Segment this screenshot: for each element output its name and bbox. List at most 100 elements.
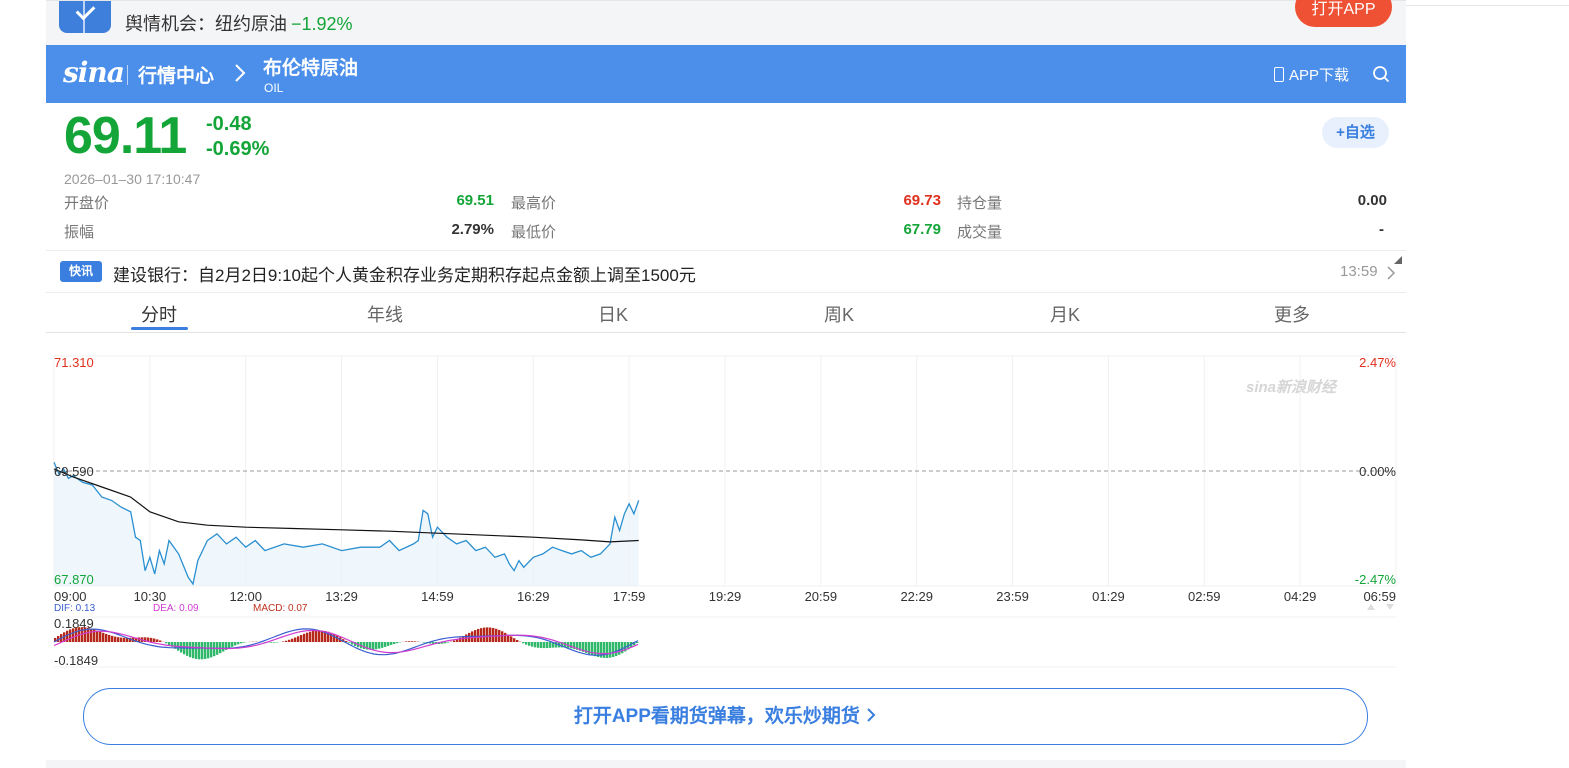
- open-app-cta-button[interactable]: 打开APP看期货弹幕，欢乐炒期货: [83, 688, 1368, 745]
- y-axis-label-right: -2.47%: [1355, 572, 1397, 587]
- macd-bar: [411, 641, 414, 642]
- bottom-strip: [46, 760, 1406, 768]
- macd-bar: [348, 642, 351, 643]
- macd-bar: [612, 642, 615, 658]
- macd-bar: [192, 642, 195, 659]
- macd-bar: [384, 642, 387, 647]
- y-axis-label-left: 71.310: [54, 355, 94, 370]
- x-tick-label: 02:59: [1188, 589, 1221, 604]
- quote-stats: 开盘价 69.51 最高价 69.73 持仓量 0.00 振幅 2.79% 最低…: [64, 192, 1402, 264]
- macd-bar: [513, 638, 516, 642]
- tab-weekly-k[interactable]: 周K: [779, 301, 899, 327]
- macd-bar: [270, 642, 273, 643]
- news-headline[interactable]: 建设银行：自2月2日9:10起个人黄金积存业务定期积存起点金额上调至1500元: [113, 261, 696, 286]
- macd-bar: [540, 642, 543, 649]
- banner-text[interactable]: 舆情机会：纽约原油 −1.92%: [125, 10, 353, 36]
- chevron-right-icon: [235, 64, 246, 82]
- macd-bar: [75, 627, 78, 642]
- add-favorite-button[interactable]: +自选: [1322, 117, 1389, 148]
- macd-bar: [243, 642, 246, 643]
- macd-bar: [195, 642, 198, 659]
- macd-bar: [363, 642, 366, 650]
- open-app-button[interactable]: 打开APP: [1295, 0, 1392, 27]
- stat-label: 振幅: [64, 224, 95, 241]
- banner-title: 舆情机会：纽约原油: [125, 14, 287, 34]
- macd-bar: [231, 642, 234, 647]
- macd-bar: [489, 627, 492, 642]
- macd-bar: [306, 632, 309, 642]
- macd-bar: [318, 630, 321, 642]
- tab-year[interactable]: 年线: [325, 301, 445, 327]
- x-tick-label: 12:00: [229, 589, 262, 604]
- tab-monthly-k[interactable]: 月K: [1005, 301, 1125, 327]
- macd-bar: [609, 642, 612, 658]
- macd-bar: [114, 636, 117, 642]
- stat-value: 69.51: [456, 192, 494, 209]
- macd-bar: [483, 627, 486, 642]
- macd-bar: [117, 637, 120, 642]
- macd-bar: [273, 642, 276, 643]
- macd-bar: [291, 638, 294, 642]
- watermark: sina新浪财经: [1246, 378, 1338, 396]
- stat-value: 2.79%: [451, 221, 494, 238]
- price-change-pct: -0.69%: [206, 138, 270, 160]
- x-tick-label: 17:59: [613, 589, 646, 604]
- scroll-up-arrow: [1367, 604, 1375, 610]
- x-tick-label: 09:00: [54, 589, 87, 604]
- macd-bar: [222, 642, 225, 652]
- stat-label: 成交量: [957, 224, 1003, 241]
- tab-daily-k[interactable]: 日K: [553, 301, 673, 327]
- stat-value: 0.00: [1357, 192, 1387, 209]
- macd-bar: [312, 631, 315, 642]
- macd-bar: [444, 642, 447, 644]
- quote-timestamp: 2026–01–30 17:10:47: [64, 171, 201, 187]
- macd-bar: [315, 630, 318, 642]
- x-tick-label: 16:29: [517, 589, 550, 604]
- macd-bar: [570, 642, 573, 649]
- stat-label: 最低价: [511, 224, 557, 241]
- macd-bar: [156, 639, 159, 642]
- macd-bar: [549, 642, 552, 648]
- macd-bar: [153, 638, 156, 642]
- intraday-chart[interactable]: sina新浪财经 71.310 69.590 67.870 2.47% 0.00% -2.4…: [46, 340, 1406, 680]
- macd-bar: [603, 642, 606, 658]
- y-axis-label-right: 0.00%: [1359, 464, 1396, 479]
- macd-bar: [96, 630, 99, 642]
- sina-logo[interactable]: sina: [63, 56, 125, 89]
- macd-bar: [309, 631, 312, 642]
- tab-intraday[interactable]: 分时: [99, 301, 219, 327]
- macd-bar: [99, 631, 102, 642]
- macd-bar: [528, 642, 531, 646]
- macd-bar: [186, 642, 189, 656]
- opportunity-banner[interactable]: 舆情机会：纽约原油 −1.92% 打开APP: [46, 0, 1406, 46]
- price-change: -0.48 -0.69%: [206, 112, 269, 162]
- x-tick-label: 10:30: [134, 589, 167, 604]
- chevron-right-icon: [1387, 266, 1396, 280]
- macd-bar: [213, 642, 216, 657]
- banner-change: −1.92%: [291, 14, 353, 34]
- market-center-link[interactable]: 行情中心: [138, 61, 214, 88]
- macd-bar: [621, 642, 624, 654]
- macd-bar: [333, 634, 336, 642]
- news-ticker[interactable]: 快讯 建设银行：自2月2日9:10起个人黄金积存业务定期积存起点金额上调至150…: [46, 251, 1406, 292]
- search-icon[interactable]: [1372, 65, 1390, 83]
- macd-bar: [447, 642, 450, 643]
- macd-bar: [303, 633, 306, 642]
- tab-more[interactable]: 更多: [1232, 301, 1352, 327]
- macd-bar: [204, 642, 207, 660]
- app-download-link[interactable]: APP下载: [1274, 64, 1349, 85]
- macd-y-label: -0.1849: [54, 653, 98, 668]
- macd-bar: [111, 635, 114, 642]
- macd-bar: [198, 642, 201, 660]
- news-time: 13:59: [1340, 263, 1378, 280]
- x-tick-label: 14:59: [421, 589, 454, 604]
- macd-bar: [150, 637, 153, 642]
- average-line: [53, 468, 639, 543]
- macd-bar: [189, 642, 192, 658]
- macd-bar: [522, 642, 525, 644]
- macd-value-label: MACD: 0.07: [253, 603, 308, 614]
- macd-bar: [237, 642, 240, 645]
- app-download-label: APP下载: [1289, 67, 1350, 84]
- app-icon: [59, 1, 111, 33]
- macd-bar: [501, 631, 504, 642]
